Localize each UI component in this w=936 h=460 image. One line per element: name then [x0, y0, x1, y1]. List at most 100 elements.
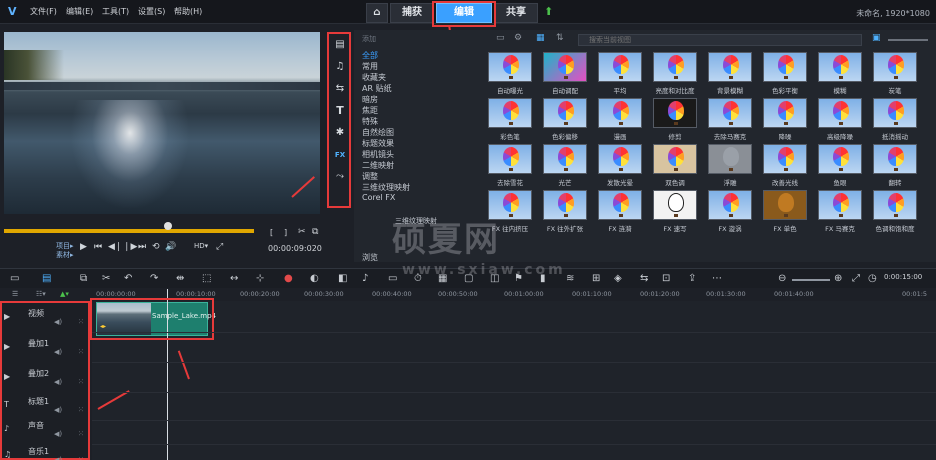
redo-icon[interactable]: ↷ [150, 273, 158, 284]
next-icon[interactable]: ⏭ [138, 242, 146, 252]
category-item[interactable]: 收藏夹 [362, 72, 386, 83]
zoom-out-icon[interactable]: ⊖ [778, 273, 786, 284]
track-volume-icon[interactable]: ◀) [54, 318, 62, 326]
track-volume-icon[interactable]: ◀) [54, 456, 62, 460]
search-input[interactable] [578, 34, 862, 46]
filter-thumbnail[interactable] [488, 98, 532, 128]
media-icon[interactable]: ▤ [333, 38, 347, 52]
instant-project-icon[interactable]: ♫ [333, 60, 347, 74]
track-volume-icon[interactable]: ◀) [54, 348, 62, 356]
track-type-icon[interactable]: ▶ [4, 342, 10, 351]
menu-edit[interactable]: 编辑(E) [66, 6, 93, 17]
track-type-icon[interactable]: ▶ [4, 312, 10, 321]
track-type-icon[interactable]: ♫ [4, 450, 11, 459]
filter-thumbnail[interactable] [873, 98, 917, 128]
multicam-icon[interactable]: ⊞ [592, 273, 600, 284]
volume-icon[interactable]: 🔊 [165, 242, 176, 252]
filter-thumbnail[interactable] [488, 52, 532, 82]
sort-icon[interactable]: ⇅ [556, 33, 564, 43]
filter-thumbnail[interactable] [543, 144, 587, 174]
filter-icon[interactable]: FX [333, 148, 347, 162]
filter-thumbnail[interactable] [543, 52, 587, 82]
tab-capture[interactable]: 捕获 [390, 3, 434, 23]
category-item[interactable]: Corel FX [362, 193, 395, 202]
filter-thumbnail[interactable] [653, 190, 697, 220]
filter-thumbnail[interactable] [708, 144, 752, 174]
category-item[interactable]: 三维纹理映射 [362, 182, 410, 193]
storyboard-view-icon[interactable]: ▭ [10, 273, 19, 284]
add-button[interactable]: 添加 [362, 34, 376, 44]
track-grid-icon[interactable]: ⁙ [78, 348, 84, 356]
more-icon[interactable]: ⋯ [712, 273, 722, 284]
folder-icon[interactable]: ▭ [496, 33, 505, 43]
filter-thumbnail[interactable] [763, 98, 807, 128]
track-grid-icon[interactable]: ⁙ [78, 318, 84, 326]
scrubber-handle[interactable] [164, 222, 172, 230]
category-item[interactable]: 二维映射 [362, 160, 394, 171]
track-grid-icon[interactable]: ⁙ [78, 430, 84, 438]
category-item[interactable]: 特殊 [362, 116, 378, 127]
browse-button[interactable]: 浏览 [362, 252, 378, 263]
zoom-in-icon[interactable]: ⊕ [834, 273, 842, 284]
motion-icon[interactable]: ⊹ [256, 273, 264, 284]
step-forward-icon[interactable]: ❘▶ [123, 242, 137, 252]
crop-icon[interactable]: ⬚ [202, 273, 211, 284]
track-volume-icon[interactable]: ◀) [54, 378, 62, 386]
expand-icon[interactable]: ↔ [230, 273, 238, 284]
filter-thumbnail[interactable] [818, 52, 862, 82]
filter-thumbnail[interactable] [708, 98, 752, 128]
track-type-icon[interactable]: ♪ [4, 424, 9, 433]
filter-thumbnail[interactable] [818, 190, 862, 220]
filter-thumbnail[interactable] [653, 98, 697, 128]
menu-help[interactable]: 帮助(H) [174, 6, 202, 17]
track-grid-icon[interactable]: ⁙ [78, 378, 84, 386]
category-item[interactable]: 暗房 [362, 94, 378, 105]
title-icon[interactable]: T [333, 104, 347, 118]
category-item[interactable]: 相机镜头 [362, 149, 394, 160]
filter-thumbnail[interactable] [543, 98, 587, 128]
thumbnail-size-slider[interactable] [888, 39, 928, 41]
split-icon[interactable]: ✂ [298, 227, 306, 237]
filter-thumbnail[interactable] [873, 52, 917, 82]
filter-thumbnail[interactable] [598, 52, 642, 82]
track-type-icon[interactable]: ▶ [4, 372, 10, 381]
undo-icon[interactable]: ↶ [124, 273, 132, 284]
filter-thumbnail[interactable] [873, 190, 917, 220]
path-icon[interactable]: ⤳ [333, 170, 347, 184]
scissors-icon[interactable]: ✂ [102, 273, 110, 284]
view-grid-icon[interactable]: ▦ [536, 33, 545, 43]
green-up-arrow-icon[interactable]: ⬆ [544, 5, 553, 18]
category-item[interactable]: AR 贴纸 [362, 83, 392, 94]
home-icon[interactable]: ⌂ [366, 3, 388, 23]
track-area[interactable] [92, 301, 936, 460]
copy-icon[interactable]: ⧉ [312, 227, 318, 237]
transition-icon[interactable]: ⇆ [333, 82, 347, 96]
menu-file[interactable]: 文件(F) [30, 6, 57, 17]
repeat-icon[interactable]: ⟲ [152, 242, 160, 252]
zoom-slider[interactable] [792, 279, 830, 281]
timeline-view-icon[interactable]: ▤ [42, 273, 51, 284]
record-icon[interactable]: ● [284, 273, 293, 284]
filter-thumbnail[interactable] [488, 144, 532, 174]
category-item[interactable]: 标题效果 [362, 138, 394, 149]
menu-settings[interactable]: 设置(S) [138, 6, 165, 17]
track-grid-icon[interactable]: ⁙ [78, 456, 84, 460]
track-grid-icon[interactable]: ⁙ [78, 406, 84, 414]
fit-project-icon[interactable]: ⤢ [852, 273, 860, 284]
track-manager-icon[interactable]: ⧉ [80, 273, 87, 284]
track-list-icon[interactable]: ☰ [12, 290, 18, 298]
filter-thumbnail[interactable] [708, 52, 752, 82]
filter-thumbnail[interactable] [543, 190, 587, 220]
step-back-icon[interactable]: ◀❘ [108, 242, 122, 252]
3d-icon[interactable]: ◈ [614, 273, 622, 284]
clip-mode-label[interactable]: 素材▸ [56, 250, 74, 260]
color-icon[interactable]: ◐ [310, 273, 319, 284]
preview-timecode[interactable]: 00:00:09:020 [268, 244, 322, 253]
filter-thumbnail[interactable] [873, 144, 917, 174]
fit-icon[interactable]: ⇹ [176, 273, 184, 284]
mark-out-button[interactable]: ] [284, 228, 287, 237]
filter-thumbnail[interactable] [818, 144, 862, 174]
filter-thumbnail[interactable] [598, 98, 642, 128]
category-item[interactable]: 常用 [362, 61, 378, 72]
menu-tools[interactable]: 工具(T) [102, 6, 129, 17]
